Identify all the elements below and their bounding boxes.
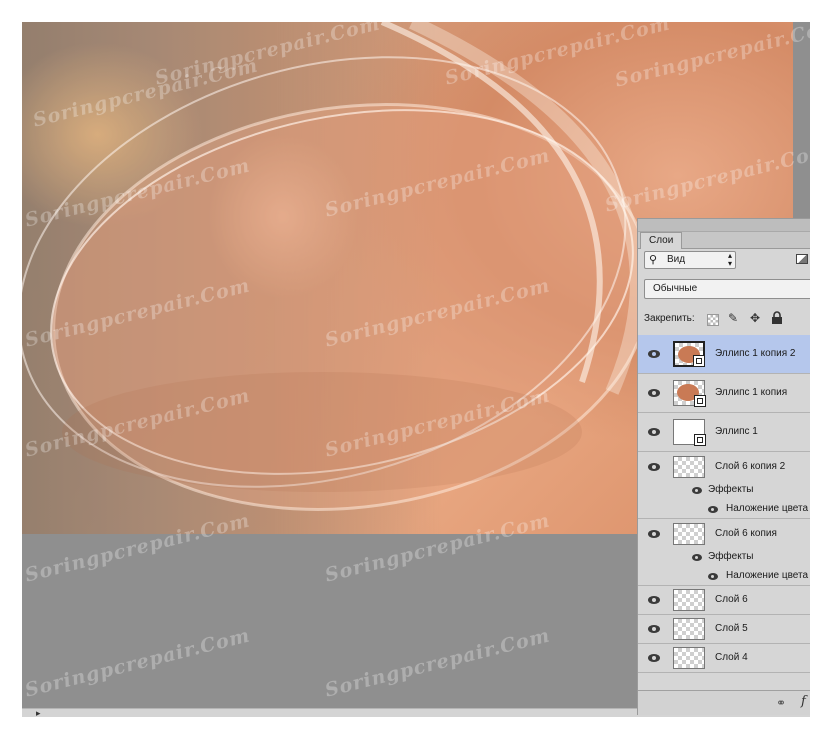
eye-icon[interactable] bbox=[648, 350, 660, 358]
layer-row[interactable]: Эллипс 1 bbox=[638, 413, 810, 452]
layer-row[interactable]: Слой 6 bbox=[638, 586, 810, 615]
move-arrows-icon[interactable]: ✥ bbox=[748, 311, 762, 325]
effects-row[interactable]: Эффекты bbox=[638, 548, 810, 567]
eye-icon[interactable] bbox=[648, 428, 660, 436]
lock-label: Закрепить: bbox=[644, 313, 695, 324]
panel-tab-strip: Слои bbox=[638, 232, 810, 249]
up-down-arrows-icon: ▴ ▾ bbox=[727, 251, 732, 268]
watermark-text: Soringpcrepair.Com bbox=[22, 624, 253, 702]
eye-icon[interactable] bbox=[648, 389, 660, 397]
effects-row[interactable]: Эффекты bbox=[638, 481, 810, 500]
search-icon: ⚲ bbox=[649, 254, 658, 266]
layer-name: Слой 6 копия 2 bbox=[715, 460, 786, 472]
layer-row[interactable]: Эллипс 1 копия bbox=[638, 374, 810, 413]
eye-icon[interactable] bbox=[648, 625, 660, 633]
layer-row[interactable]: Слой 6 копия 2 bbox=[638, 452, 810, 481]
layer-name: Слой 6 копия bbox=[715, 527, 777, 539]
eye-icon[interactable] bbox=[648, 529, 660, 538]
status-menu-arrow-icon[interactable]: ▸ bbox=[36, 708, 46, 718]
blend-mode-value: Обычные bbox=[653, 283, 698, 294]
lock-transparency-icon[interactable] bbox=[707, 314, 719, 326]
vector-mask-icon bbox=[694, 434, 706, 446]
link-icon[interactable]: ⚭ bbox=[776, 696, 786, 710]
layers-panel: Слои ⚲ Вид ▴ ▾ Обычные Закрепить: ✎ ✥ Элл… bbox=[637, 218, 810, 715]
layer-row[interactable]: Слой 5 bbox=[638, 615, 810, 644]
layer-thumbnail bbox=[673, 419, 706, 446]
panel-title-bar[interactable] bbox=[638, 219, 810, 232]
effects-label: Эффекты bbox=[708, 484, 754, 495]
effects-label: Эффекты bbox=[708, 551, 754, 562]
eye-icon[interactable] bbox=[692, 554, 702, 561]
lock-row: Закрепить: ✎ ✥ bbox=[644, 309, 810, 329]
effect-row[interactable]: Наложение цвета bbox=[638, 500, 810, 519]
layer-thumbnail bbox=[673, 522, 705, 545]
eye-icon[interactable] bbox=[708, 506, 718, 513]
layer-name: Слой 4 bbox=[715, 652, 748, 663]
effect-name: Наложение цвета bbox=[726, 570, 809, 581]
layer-filter-row: ⚲ Вид ▴ ▾ bbox=[642, 249, 810, 271]
layer-thumbnail bbox=[673, 455, 705, 478]
eye-icon[interactable] bbox=[648, 462, 660, 471]
layer-thumbnail bbox=[673, 341, 705, 367]
layer-name: Эллипс 1 копия bbox=[715, 387, 788, 398]
effect-name: Наложение цвета bbox=[726, 503, 809, 514]
layer-row[interactable]: Эллипс 1 копия 2 bbox=[638, 335, 810, 374]
layer-name: Эллипс 1 копия 2 bbox=[715, 348, 796, 359]
layer-thumbnail bbox=[673, 589, 705, 611]
fx-icon[interactable]: f bbox=[801, 694, 806, 709]
eye-icon[interactable] bbox=[648, 596, 660, 604]
layer-thumbnail bbox=[673, 618, 705, 640]
watermark-text: Soringpcrepair.Com bbox=[322, 624, 553, 702]
eye-icon[interactable] bbox=[692, 487, 702, 494]
layer-name: Эллипс 1 bbox=[715, 426, 758, 437]
effect-row[interactable]: Наложение цвета bbox=[638, 567, 810, 586]
vector-mask-icon bbox=[694, 395, 706, 407]
layer-name: Слой 5 bbox=[715, 623, 748, 634]
filter-kind-label: Вид bbox=[667, 254, 686, 265]
image-filter-icon[interactable] bbox=[796, 254, 808, 264]
brush-icon[interactable]: ✎ bbox=[726, 311, 740, 325]
eye-icon[interactable] bbox=[708, 573, 718, 580]
blend-mode-select[interactable]: Обычные bbox=[644, 279, 810, 299]
filter-kind-select[interactable]: ⚲ Вид ▴ ▾ bbox=[644, 251, 736, 269]
layer-thumbnail bbox=[673, 647, 705, 669]
layer-thumbnail bbox=[673, 380, 706, 407]
panel-footer: ⚭ f bbox=[638, 690, 810, 715]
layer-row[interactable]: Слой 6 копия bbox=[638, 519, 810, 548]
padlock-icon[interactable] bbox=[770, 311, 784, 325]
eye-icon[interactable] bbox=[648, 654, 660, 662]
layers-list: Эллипс 1 копия 2 Эллипс 1 копия Эллипс 1… bbox=[638, 335, 810, 690]
layer-row[interactable]: Слой 4 bbox=[638, 644, 810, 673]
layer-name: Слой 6 bbox=[715, 594, 748, 605]
vector-mask-icon bbox=[693, 355, 705, 367]
tab-layers[interactable]: Слои bbox=[640, 232, 683, 249]
